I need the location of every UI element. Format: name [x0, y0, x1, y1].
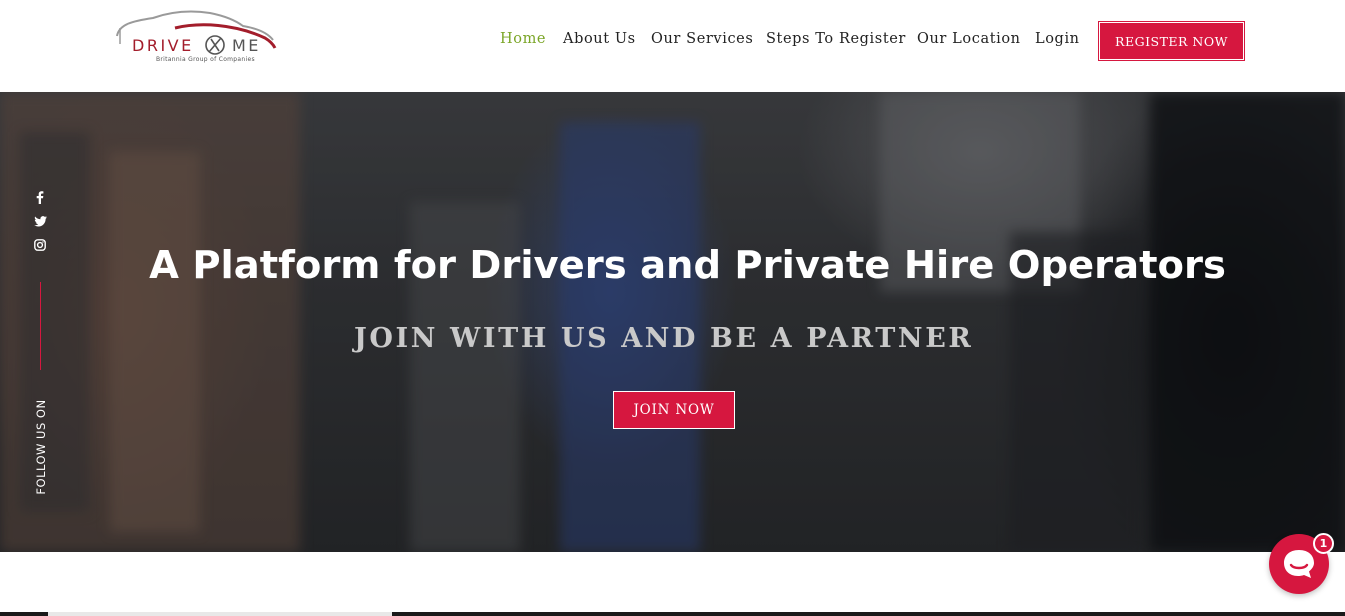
nav-our-location[interactable]: Our Location	[917, 31, 1021, 47]
nav-home[interactable]: Home	[500, 31, 546, 47]
nav-login[interactable]: Login	[1035, 31, 1080, 47]
nav-our-services[interactable]: Our Services	[651, 31, 753, 47]
logo-word-me: ME	[232, 36, 261, 55]
site-header: DRIVE ME Britannia Group of Companies Ho…	[0, 0, 1345, 92]
nav-steps-to-register[interactable]: Steps To Register	[766, 31, 906, 47]
nav-about-us[interactable]: About Us	[563, 31, 636, 47]
hero-banner	[0, 92, 1345, 552]
join-now-button[interactable]: JOIN NOW	[613, 391, 735, 429]
hero-subtitle: JOIN WITH US AND BE A PARTNER	[354, 323, 974, 354]
facebook-icon[interactable]	[30, 189, 50, 205]
bottom-edge-bar	[0, 612, 1345, 616]
twitter-icon[interactable]	[30, 213, 50, 229]
follow-us-label: FOLLOW US ON	[34, 399, 48, 495]
bottom-edge-segment	[48, 612, 392, 616]
hero-overlay	[0, 92, 1345, 552]
chat-notification-badge: 1	[1313, 533, 1334, 554]
follow-divider	[40, 282, 41, 370]
brand-logo[interactable]: DRIVE ME Britannia Group of Companies	[115, 8, 280, 68]
logo-word-drive: DRIVE	[132, 36, 194, 55]
hero-title: A Platform for Drivers and Private Hire …	[149, 243, 1226, 288]
logo-tagline: Britannia Group of Companies	[156, 56, 255, 63]
register-now-button[interactable]: REGISTER NOW	[1098, 21, 1245, 61]
